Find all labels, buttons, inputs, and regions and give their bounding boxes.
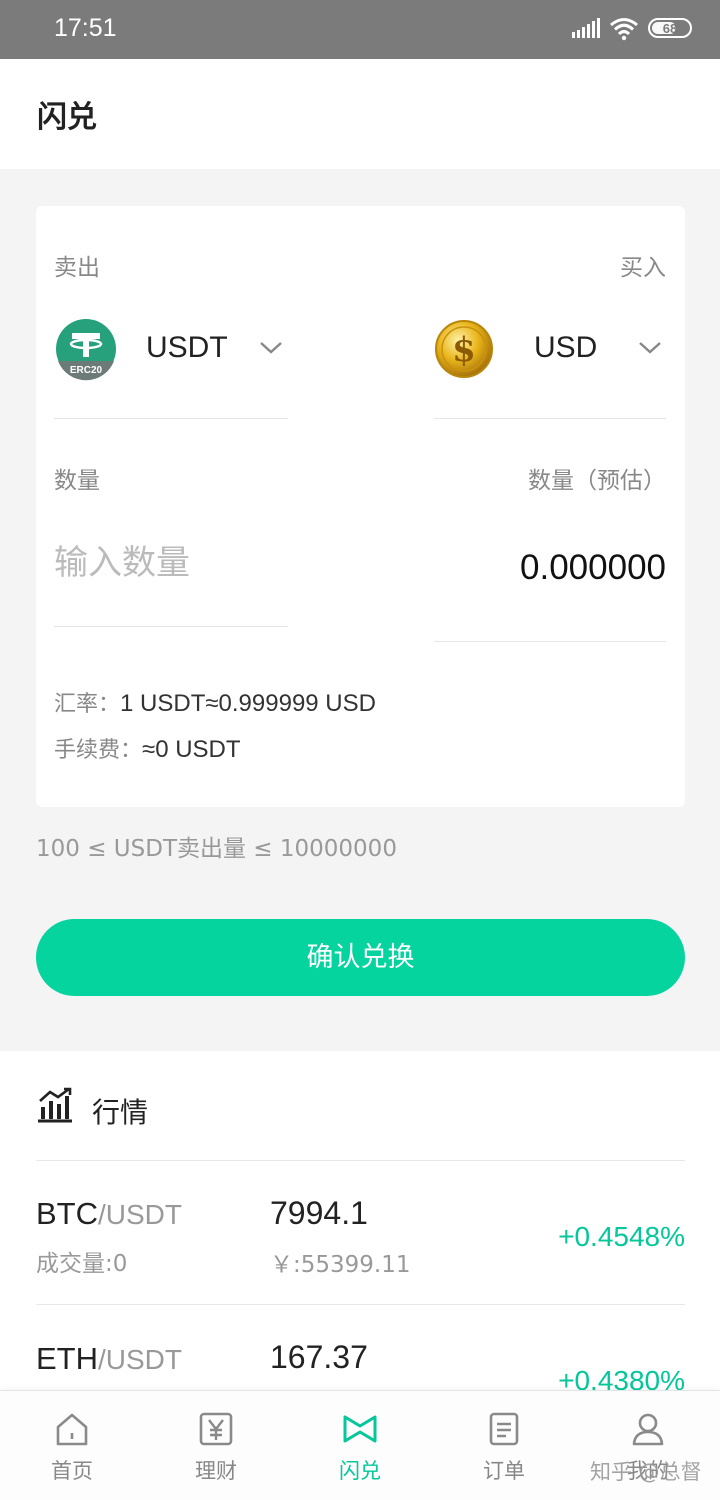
pair-volume: 成交量:0 — [36, 1251, 128, 1277]
exchange-icon — [343, 1415, 377, 1443]
buy-coin-divider — [434, 418, 666, 419]
sell-coin-selector[interactable]: ERC20 USDT — [54, 314, 288, 384]
order-icon — [489, 1412, 519, 1446]
pair-price: 7994.1 — [270, 1195, 368, 1231]
sell-amount-input[interactable] — [54, 543, 284, 583]
sell-coin-divider — [54, 418, 288, 419]
battery-icon: 68 — [648, 18, 692, 38]
market-row[interactable]: BTC/USDT 成交量:0 7994.1 ￥:55399.11 +0.4548… — [0, 1161, 720, 1301]
pair-base: ETH — [36, 1341, 98, 1376]
sell-amount-divider — [54, 626, 288, 627]
tab-finance[interactable]: 理财 — [144, 1391, 288, 1500]
pair-change: +0.4548% — [558, 1221, 685, 1252]
market-title: 行情 — [92, 1096, 149, 1129]
dollar-coin-icon: $ — [435, 320, 493, 378]
erc20-badge: ERC20 — [70, 365, 103, 376]
fee-value: ≈0 USDT — [142, 736, 241, 763]
chevron-down-icon — [639, 342, 661, 354]
market-section: 行情 BTC/USDT 成交量:0 7994.1 ￥:55399.11 +0.4… — [0, 1051, 720, 1411]
tether-erc20-icon: ERC20 — [56, 319, 116, 381]
page-title: 闪兑 — [37, 100, 97, 135]
chevron-down-icon — [260, 342, 282, 354]
rate-info: 汇率：1 USDT≈0.999999 USD — [54, 686, 376, 718]
fee-info: 手续费：≈0 USDT — [54, 732, 241, 764]
buy-amount-value: 0.000000 — [520, 548, 666, 587]
battery-level: 68 — [662, 21, 678, 36]
quantity-label: 数量 — [54, 468, 100, 494]
tab-label: 理财 — [195, 1459, 237, 1483]
chart-icon — [38, 1087, 72, 1123]
svg-text:$: $ — [452, 330, 476, 370]
pair-price: 167.37 — [270, 1339, 368, 1375]
buy-amount-divider — [434, 641, 666, 642]
rate-value: 1 USDT≈0.999999 USD — [120, 690, 376, 717]
buy-coin-selector[interactable]: $ USD — [434, 314, 666, 384]
rate-key: 汇率： — [54, 692, 121, 717]
pair-quote: /USDT — [98, 1344, 182, 1375]
tab-exchange[interactable]: 闪兑 — [288, 1391, 432, 1500]
home-icon — [56, 1413, 88, 1446]
sell-coin-name: USDT — [146, 331, 228, 364]
buy-coin-name: USD — [534, 331, 598, 364]
quantity-estimate-label: 数量（预估） — [528, 468, 666, 494]
status-time: 17:51 — [54, 14, 117, 42]
tab-label: 闪兑 — [339, 1459, 381, 1483]
tab-label: 首页 — [51, 1459, 93, 1483]
tab-home[interactable]: 首页 — [0, 1391, 144, 1500]
status-bar: 17:51 68 — [0, 0, 720, 59]
exchange-card: 卖出 买入 ERC20 USDT $ USD 数量 数量（预估） 输入数量 0.… — [36, 206, 685, 807]
pair-price-cny: ￥:55399.11 — [270, 1252, 411, 1278]
wifi-icon — [610, 18, 638, 41]
confirm-exchange-button[interactable]: 确认兑换 — [36, 919, 685, 996]
watermark: 知乎 @总督 — [590, 1460, 702, 1484]
signal-icon — [572, 18, 600, 38]
pair-base: BTC — [36, 1196, 98, 1231]
buy-label: 买入 — [620, 255, 666, 281]
pair-name: BTC/USDT — [36, 1196, 182, 1232]
limit-hint: 100 ≤ USDT卖出量 ≤ 10000000 — [36, 836, 397, 862]
pair-quote: /USDT — [98, 1199, 182, 1230]
tab-orders[interactable]: 订单 — [432, 1391, 576, 1500]
pair-name: ETH/USDT — [36, 1341, 182, 1377]
tab-label: 订单 — [483, 1459, 525, 1483]
fee-key: 手续费： — [54, 738, 143, 763]
page-header: 闪兑 — [0, 59, 720, 169]
user-icon — [632, 1413, 664, 1446]
sell-label: 卖出 — [54, 255, 100, 281]
yen-icon — [199, 1412, 233, 1446]
